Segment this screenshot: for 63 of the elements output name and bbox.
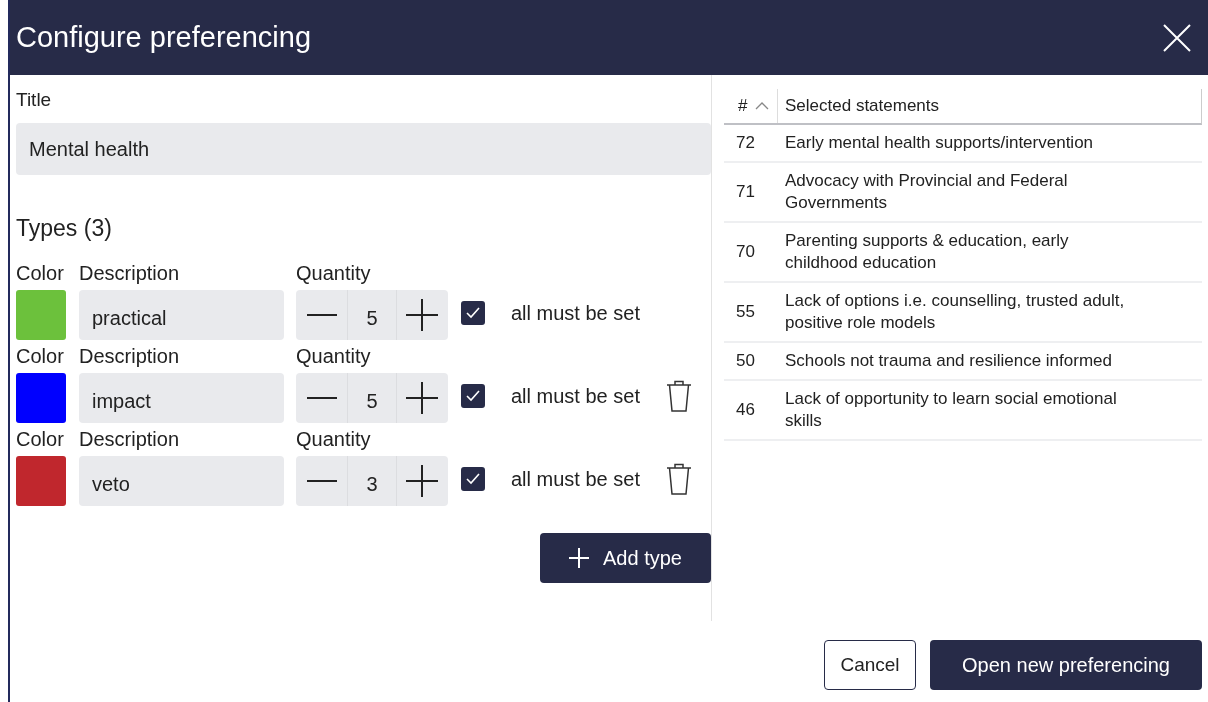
plus-icon [406, 382, 439, 414]
color-swatch[interactable] [16, 456, 66, 506]
minus-icon [306, 313, 337, 317]
column-header[interactable]: Selected statements [778, 96, 940, 116]
add-type-button[interactable]: Add type [540, 533, 711, 583]
column-label: Quantity [296, 428, 371, 451]
table-cell-text: 46 [735, 399, 756, 421]
quantity-stepper[interactable]: 5 [296, 373, 448, 423]
table-cell-text: Early mental health supports/intervention [785, 132, 1095, 154]
description-input[interactable]: veto [79, 456, 284, 506]
trash-icon[interactable] [665, 463, 692, 495]
close-button[interactable] [1162, 22, 1192, 53]
checkmark-icon [466, 390, 480, 402]
table-cell-text: Schools not trauma and resilience informed [785, 350, 1113, 372]
checkbox[interactable] [461, 301, 485, 325]
column-label: Description [79, 262, 181, 285]
close-icon [1162, 22, 1192, 53]
field-label: Title [16, 89, 52, 111]
table-cell-text: Parenting supports & education, early childhood education [785, 230, 1070, 274]
checkbox[interactable] [461, 384, 485, 408]
column-label: Color [16, 428, 65, 451]
column-label: Description [79, 345, 181, 368]
table-cell-text: 50 [735, 350, 756, 372]
table-cell-text: 70 [735, 241, 756, 263]
table-cell-text: 55 [735, 301, 756, 323]
column-label: Color [16, 262, 65, 285]
plus-icon [406, 299, 439, 331]
quantity-stepper[interactable]: 3 [296, 456, 448, 506]
quantity-value: 5 [347, 373, 397, 423]
description-input[interactable]: impact [79, 373, 284, 423]
column-label: Description [79, 428, 181, 451]
table-cell-text: Lack of options i.e. counselling, trusted adult, positive role models [785, 290, 1126, 334]
checkbox-label: all must be set [511, 384, 640, 408]
color-swatch[interactable] [16, 290, 66, 340]
plus-icon [569, 548, 589, 568]
minus-icon [306, 396, 337, 400]
table-cell-text: 71 [735, 181, 756, 203]
checkmark-icon [466, 307, 480, 319]
checkbox-label: all must be set [511, 301, 640, 325]
trash-icon[interactable] [665, 380, 692, 412]
checkbox-label: all must be set [511, 467, 640, 491]
checkbox[interactable] [461, 467, 485, 491]
open-preferencing-button[interactable]: Open new preferencing [930, 640, 1202, 690]
section-heading: Types (3) [16, 215, 112, 242]
title-input[interactable]: Mental health [16, 123, 711, 175]
dialog-title: Configure preferencing [16, 21, 311, 54]
checkmark-icon [466, 473, 480, 485]
minus-icon [306, 479, 337, 483]
column-label: Quantity [296, 345, 371, 368]
column-label: Quantity [296, 262, 371, 285]
table-cell-text: 72 [735, 132, 756, 154]
plus-icon [406, 465, 439, 497]
table-cell-text: Advocacy with Provincial and Federal Governments [785, 170, 1069, 214]
column-label: Color [16, 345, 65, 368]
quantity-stepper[interactable]: 5 [296, 290, 448, 340]
quantity-value: 3 [347, 456, 397, 506]
quantity-value: 5 [347, 290, 397, 340]
description-input[interactable]: practical [79, 290, 284, 340]
sort-ascending-icon [755, 102, 770, 110]
cancel-button[interactable]: Cancel [824, 640, 916, 690]
column-header[interactable]: # [724, 89, 778, 123]
table-cell-text: Lack of opportunity to learn social emotional skills [785, 388, 1118, 432]
color-swatch[interactable] [16, 373, 66, 423]
